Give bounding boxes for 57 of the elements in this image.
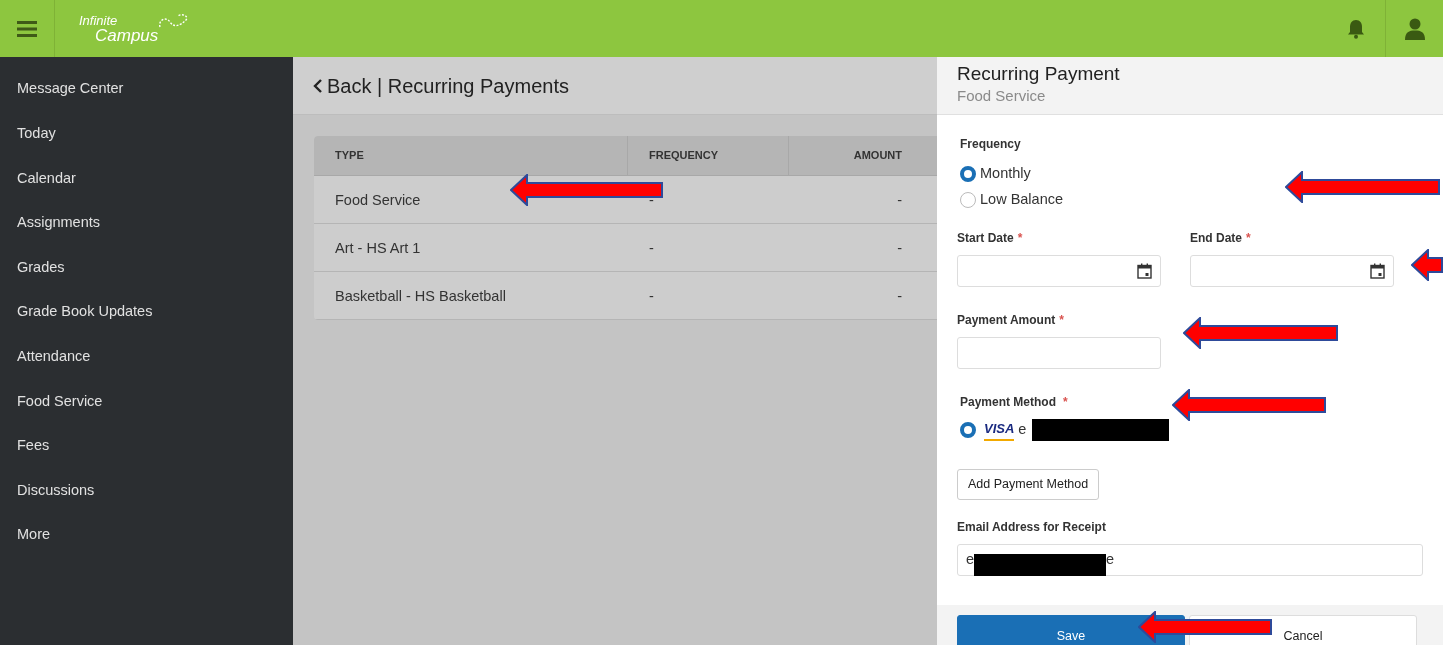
amount-field[interactable] <box>957 337 1161 369</box>
field-label: End Date <box>1190 230 1242 247</box>
sidebar-item[interactable]: Today <box>0 111 293 157</box>
chevron-left-icon <box>313 77 323 94</box>
required-mark: * <box>1059 312 1064 329</box>
sidebar-item[interactable]: Message Center <box>0 67 293 112</box>
required-mark: * <box>1017 230 1023 247</box>
table-cell: Food Service <box>335 191 421 208</box>
field-label: Payment Method <box>960 394 1056 411</box>
option-label: Low Balance <box>980 190 1064 210</box>
field-label: Start Date <box>957 230 1014 247</box>
table-cell: - <box>897 239 902 256</box>
card-label: e <box>1018 420 1027 440</box>
sidebar-item[interactable]: Assignments <box>0 200 293 246</box>
table-cell: - <box>649 239 654 256</box>
logo-text: Infinite <box>79 13 119 27</box>
table-cell: Basketball - HS Basketball <box>335 287 506 304</box>
table-cell: - <box>897 191 902 208</box>
field-label: Payment Amount <box>957 312 1056 329</box>
panel-subtitle: Food Service <box>957 85 1047 106</box>
sidebar-item[interactable]: More <box>0 512 293 558</box>
required-mark: * <box>1063 394 1068 411</box>
field-label: Frequency <box>960 136 1021 153</box>
column-header[interactable]: FREQUENCY <box>649 147 719 164</box>
sidebar-item[interactable]: Discussions <box>0 468 293 513</box>
field-text: e <box>1106 549 1115 569</box>
logo-text: Campus <box>95 26 159 44</box>
field-text: e <box>966 549 975 569</box>
radio-button[interactable] <box>960 166 976 182</box>
date-field[interactable] <box>1190 255 1394 287</box>
bell-icon[interactable] <box>1347 18 1365 39</box>
sidebar-item[interactable]: Calendar <box>0 156 293 201</box>
required-mark: * <box>1246 230 1251 247</box>
option-label: Monthly <box>980 164 1031 184</box>
table-cell: Art - HS Art 1 <box>335 239 421 256</box>
table-cell: - <box>649 287 654 304</box>
panel-title: Recurring Payment <box>957 64 1121 85</box>
menu-icon[interactable] <box>17 20 37 37</box>
annotation-arrow <box>1411 249 1443 281</box>
sidebar-item[interactable]: Food Service <box>0 379 293 424</box>
calendar-icon[interactable] <box>1370 263 1385 279</box>
radio-button[interactable] <box>960 422 976 438</box>
sidebar-item[interactable]: Grades <box>0 245 293 290</box>
table-cell: - <box>897 287 902 304</box>
calendar-icon[interactable] <box>1137 263 1152 279</box>
card-logo: VISA <box>984 419 1015 441</box>
table-cell: - <box>649 191 654 208</box>
column-header[interactable]: TYPE <box>335 147 364 164</box>
add-payment-method-button[interactable]: Add Payment Method <box>957 469 1100 500</box>
column-header[interactable]: AMOUNT <box>853 147 902 164</box>
user-icon[interactable] <box>1404 17 1425 40</box>
sidebar-item[interactable]: Grade Book Updates <box>0 289 293 335</box>
date-field[interactable] <box>957 255 1161 287</box>
email-field[interactable]: e e <box>957 543 1423 576</box>
sidebar-item[interactable]: Fees <box>0 423 293 469</box>
field-label: Email Address for Receipt <box>957 518 1106 536</box>
sidebar-item[interactable]: Attendance <box>0 334 293 380</box>
